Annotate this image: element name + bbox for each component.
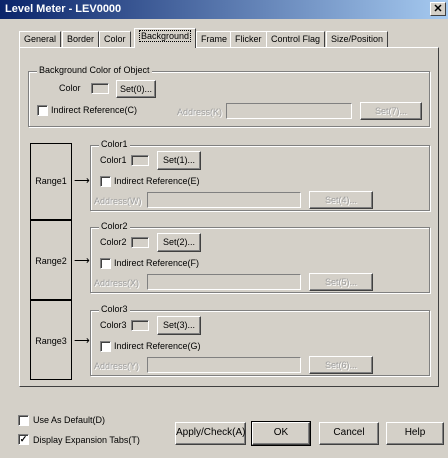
address-label: Address(X) — [94, 278, 140, 288]
group-title: Background Color of Object — [37, 65, 152, 75]
tab-flicker[interactable]: Flicker — [230, 31, 267, 47]
close-button[interactable]: ✕ — [430, 2, 446, 16]
indirect-reference-checkbox[interactable] — [37, 105, 48, 116]
tab-label: Size/Position — [331, 34, 384, 44]
title-bar: Level Meter - LEV0000 ✕ — [0, 0, 448, 19]
use-as-default-label: Use As Default(D) — [33, 415, 106, 425]
indirect-reference-label: Indirect Reference(E) — [114, 176, 200, 186]
set-address-button[interactable]: Set(5)... — [309, 273, 373, 291]
color1-label: Color1 — [100, 155, 127, 165]
address-label: Address(W) — [94, 196, 142, 206]
tab-label: Border — [67, 34, 95, 44]
color-label: Color — [59, 83, 81, 93]
tab-background[interactable]: Background — [134, 28, 197, 48]
tab-border[interactable]: Border — [62, 31, 100, 47]
window-title: Level Meter - LEV0000 — [5, 3, 122, 15]
color2-label: Color2 — [100, 237, 127, 247]
tab-label: Frame — [201, 34, 228, 44]
ok-button[interactable]: OK — [251, 421, 311, 446]
indirect-reference-checkbox[interactable] — [100, 258, 111, 269]
group-title: Color2 — [99, 221, 130, 231]
set-color3-button[interactable]: Set(3)... — [157, 316, 201, 335]
tab-frame[interactable]: Frame — [196, 31, 233, 47]
set-color1-button[interactable]: Set(1)... — [157, 151, 201, 170]
range-label: Range3 — [35, 336, 67, 346]
background-color-group: Background Color of Object Color Set(0).… — [28, 65, 430, 127]
color3-swatch — [131, 320, 149, 331]
tab-control-flag[interactable]: Control Flag — [266, 31, 326, 47]
tab-label: General — [24, 34, 57, 44]
background-color-swatch — [91, 83, 109, 94]
range-label: Range1 — [35, 176, 67, 186]
indirect-reference-label: Indirect Reference(C) — [51, 105, 138, 115]
color2-swatch — [131, 237, 149, 248]
address-field[interactable] — [147, 192, 301, 208]
indirect-reference-checkbox[interactable] — [100, 176, 111, 187]
tab-label: Background — [139, 30, 192, 42]
tab-size-position[interactable]: Size/Position — [326, 31, 389, 47]
arrow-right-icon: ⟶ — [74, 255, 90, 267]
indirect-reference-checkbox[interactable] — [100, 341, 111, 352]
color2-group: Color2 Color2 Set(2)... Indirect Referen… — [90, 221, 430, 293]
address-label: Address(K) — [177, 107, 223, 117]
tab-label: Flicker — [235, 34, 262, 44]
color3-group: Color3 Color3 Set(3)... Indirect Referen… — [90, 304, 430, 376]
apply-check-button[interactable]: Apply/Check(A) — [175, 422, 246, 445]
set-background-color-button[interactable]: Set(0)... — [116, 80, 156, 98]
set-color2-button[interactable]: Set(2)... — [157, 233, 201, 252]
group-title: Color3 — [99, 304, 130, 314]
color3-label: Color3 — [100, 320, 127, 330]
tab-general[interactable]: General — [19, 31, 62, 47]
display-expansion-tabs-checkbox[interactable]: ✓ — [18, 434, 29, 445]
range3-box: Range3 — [30, 300, 72, 380]
tab-label: Color — [104, 34, 126, 44]
display-expansion-tabs-label: Display Expansion Tabs(T) — [33, 435, 140, 445]
range1-box: Range1 — [30, 143, 72, 220]
address-label: Address(Y) — [94, 361, 140, 371]
help-button[interactable]: Help — [386, 422, 444, 445]
range-label: Range2 — [35, 256, 67, 266]
color1-swatch — [131, 155, 149, 166]
set-address-button[interactable]: Set(6)... — [309, 356, 373, 374]
group-title: Color1 — [99, 139, 130, 149]
address-field[interactable] — [226, 103, 352, 119]
arrow-right-icon: ⟶ — [74, 175, 90, 187]
tab-label: Control Flag — [271, 34, 321, 44]
use-as-default-checkbox[interactable] — [18, 415, 29, 426]
address-field[interactable] — [147, 274, 301, 290]
tab-color[interactable]: Color — [99, 31, 131, 47]
set-address-button[interactable]: Set(7)... — [360, 102, 422, 120]
indirect-reference-label: Indirect Reference(F) — [114, 258, 200, 268]
address-field[interactable] — [147, 357, 301, 373]
set-address-button[interactable]: Set(4)... — [309, 191, 373, 209]
color1-group: Color1 Color1 Set(1)... Indirect Referen… — [90, 139, 430, 211]
cancel-button[interactable]: Cancel — [319, 422, 379, 445]
arrow-right-icon: ⟶ — [74, 335, 90, 347]
range2-box: Range2 — [30, 220, 72, 300]
indirect-reference-label: Indirect Reference(G) — [114, 341, 201, 351]
